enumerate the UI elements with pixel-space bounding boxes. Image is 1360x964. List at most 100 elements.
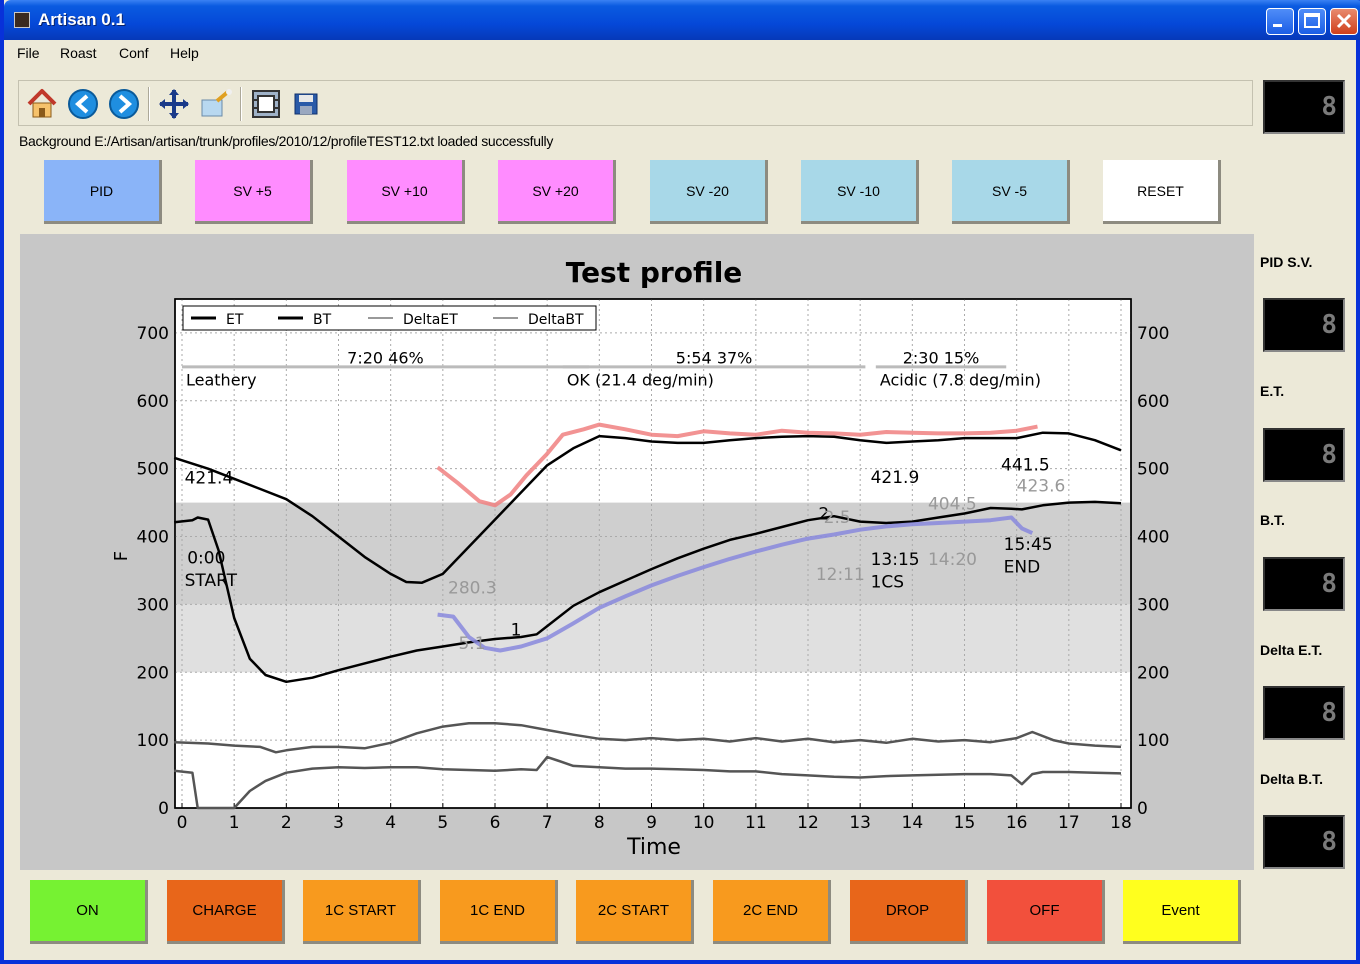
roast-chart[interactable]: 0 1 2 3 4 5 6 7 8 9 10 11 12 13 14 15 16 17 180 0100 100200 2…	[20, 234, 1254, 870]
chart-annotation: 421.4	[185, 469, 234, 489]
y-tick-label-right: 700	[1137, 324, 1169, 344]
sv-minus-20-button[interactable]: SV -20	[650, 160, 768, 224]
sv-plus-10-label: SV +10	[381, 182, 428, 199]
app-window: Artisan 0.1 File Roast Conf Help Backgro…	[0, 0, 1360, 964]
pid-button[interactable]: PID	[44, 160, 162, 224]
menu-bar: File Roast Conf Help	[8, 40, 1356, 66]
back-icon[interactable]	[66, 87, 100, 121]
lcd-timer: 8	[1263, 80, 1345, 134]
y-tick-label-right: 600	[1137, 392, 1169, 412]
title-bar[interactable]: Artisan 0.1	[4, 0, 1360, 40]
legend-entry: ET	[226, 312, 244, 328]
1c-end-button[interactable]: 1C END	[440, 880, 558, 944]
x-tick-label: 18	[1110, 813, 1132, 833]
chart-annotation: 13:15	[871, 550, 920, 570]
y-axis-label: F	[111, 551, 132, 561]
lcd-timer-value: 8	[1321, 92, 1337, 122]
chart-annotation: 0:00	[187, 549, 225, 569]
x-tick-label: 9	[646, 813, 657, 833]
y-tick-label-left: 700	[137, 324, 169, 344]
chart-legend: ET BT DeltaET DeltaBT	[182, 305, 597, 331]
chart-annotation: 1	[511, 621, 522, 641]
minimize-icon	[1273, 24, 1282, 27]
sv-plus-20-label: SV +20	[532, 182, 579, 199]
phase-label: 7:20 46%	[347, 348, 424, 367]
lcd-bt-value: 8	[1321, 569, 1337, 599]
on-button[interactable]: ON	[30, 880, 148, 944]
navigation-toolbar	[18, 80, 1253, 126]
lcd-delta-et-value: 8	[1321, 698, 1337, 728]
configure-subplots-icon[interactable]	[249, 87, 283, 121]
chart-annotation: 421.9	[871, 468, 920, 488]
sv-plus-10-button[interactable]: SV +10	[347, 160, 465, 224]
x-tick-label: 1	[229, 813, 240, 833]
chart-annotation: 14:20	[928, 550, 977, 570]
app-icon	[14, 12, 30, 28]
close-icon	[1336, 13, 1352, 29]
maximize-button[interactable]	[1298, 8, 1326, 35]
menu-roast[interactable]: Roast	[60, 45, 97, 61]
menu-conf[interactable]: Conf	[119, 45, 149, 61]
forward-icon[interactable]	[107, 87, 141, 121]
1c-start-label: 1C START	[324, 902, 397, 919]
x-tick-label: 17	[1058, 813, 1080, 833]
sv-plus-20-button[interactable]: SV +20	[498, 160, 616, 224]
minimize-button[interactable]	[1266, 8, 1294, 35]
2c-start-button[interactable]: 2C START	[576, 880, 694, 944]
phase-sublabel: Acidic (7.8 deg/min)	[880, 370, 1041, 389]
x-tick-label: 14	[902, 813, 924, 833]
close-button[interactable]	[1330, 8, 1358, 35]
maximize-icon	[1304, 13, 1320, 28]
sv-plus-5-button[interactable]: SV +5	[195, 160, 313, 224]
y-tick-label-left: 200	[137, 663, 169, 683]
x-tick-label: 11	[745, 813, 767, 833]
home-icon[interactable]	[25, 87, 59, 121]
charge-button[interactable]: CHARGE	[167, 880, 285, 944]
menu-help[interactable]: Help	[170, 45, 199, 61]
toolbar-separator	[240, 87, 242, 121]
phase-label: 5:54 37%	[676, 348, 753, 367]
save-icon[interactable]	[289, 87, 323, 121]
chart-annotation: 15:45	[1004, 535, 1053, 555]
y-tick-label-right: 500	[1137, 460, 1169, 480]
phase-sublabel: Leathery	[186, 370, 257, 389]
drop-label: DROP	[885, 902, 930, 919]
chart-annotation: 12:11	[816, 565, 865, 585]
chart-annotation: 2.5	[824, 508, 851, 528]
charge-label: CHARGE	[192, 902, 257, 919]
x-axis-label: Time	[626, 835, 681, 860]
x-tick-label: 2	[281, 813, 292, 833]
phase-label: 2:30 15%	[903, 348, 980, 367]
y-tick-label-right: 400	[1137, 528, 1169, 548]
phase-sublabel: OK (21.4 deg/min)	[567, 370, 714, 389]
chart-title: Test profile	[566, 256, 743, 289]
sv-minus-10-button[interactable]: SV -10	[801, 160, 919, 224]
zoom-icon[interactable]	[199, 87, 233, 121]
1c-end-label: 1C END	[469, 902, 525, 919]
menu-file[interactable]: File	[17, 45, 40, 61]
1c-start-button[interactable]: 1C START	[303, 880, 421, 944]
on-label: ON	[76, 902, 99, 919]
x-tick-label: 5	[437, 813, 448, 833]
legend-entry: DeltaBT	[528, 312, 584, 328]
chart-annotation: 280.3	[448, 579, 497, 599]
off-button[interactable]: OFF	[987, 880, 1105, 944]
reset-button[interactable]: RESET	[1103, 160, 1221, 224]
y-tick-label-right: 0	[1137, 799, 1148, 819]
drop-button[interactable]: DROP	[850, 880, 968, 944]
chart-annotation: 1CS	[871, 572, 904, 592]
event-button[interactable]: Event	[1123, 880, 1241, 944]
lcd-et: 8	[1263, 428, 1345, 482]
pan-icon[interactable]	[157, 87, 191, 121]
legend-entry: BT	[313, 312, 332, 328]
lcd-et-value: 8	[1321, 440, 1337, 470]
off-label: OFF	[1029, 902, 1060, 919]
lcd-delta-bt-value: 8	[1321, 827, 1337, 857]
delta-et-label: Delta E.T.	[1260, 642, 1323, 658]
pid-button-label: PID	[89, 182, 114, 199]
chart-annotation: 404.5	[928, 494, 977, 514]
2c-start-label: 2C START	[597, 902, 670, 919]
chart-annotation: START	[185, 571, 238, 591]
sv-minus-5-button[interactable]: SV -5	[952, 160, 1070, 224]
2c-end-button[interactable]: 2C END	[713, 880, 831, 944]
